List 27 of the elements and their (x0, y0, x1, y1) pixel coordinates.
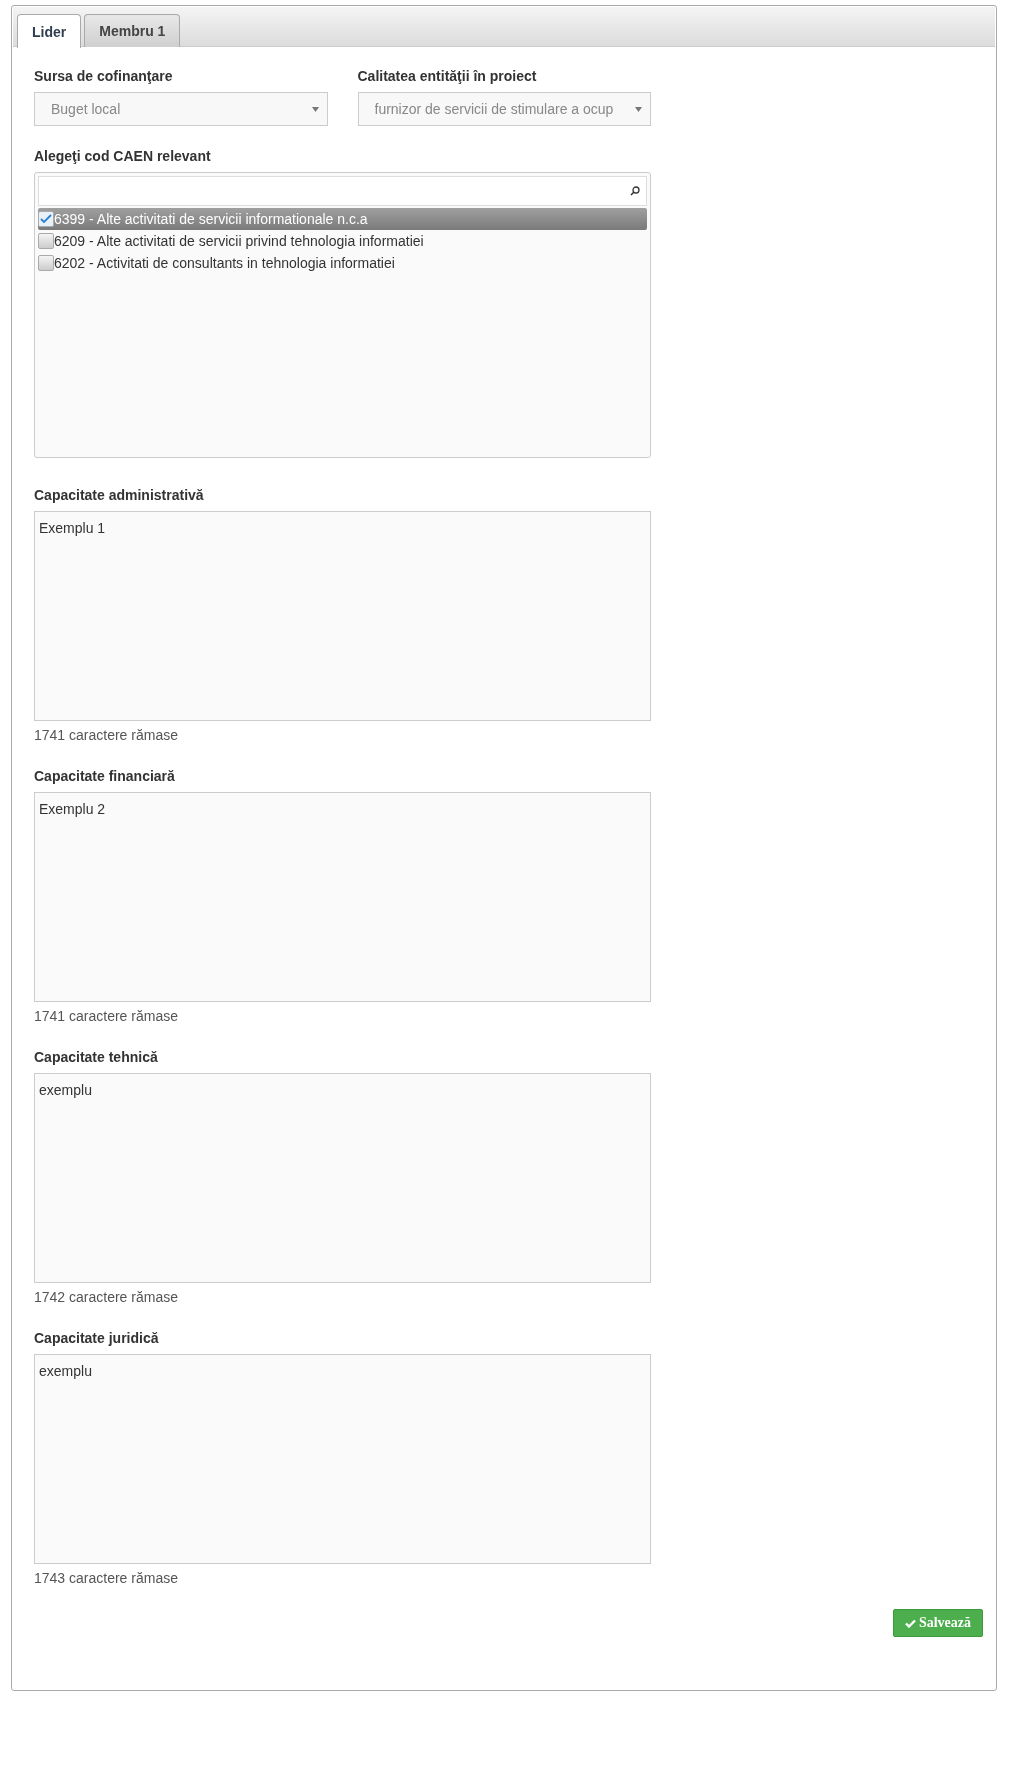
text-area[interactable]: exemplu (34, 1073, 651, 1283)
character-counter: 1741 caractere rămase (34, 1008, 179, 1024)
field-label: Capacitate financiară (34, 767, 176, 786)
checklist-item[interactable]: 6202 - Activitati de consultants in tehnologia informatiei (38, 252, 647, 274)
text-area[interactable]: Exemplu 1 (34, 511, 651, 721)
field-label: Alegeţi cod CAEN relevant (34, 147, 212, 166)
field-label: Sursa de cofinanţare (34, 67, 174, 86)
checkbox[interactable] (38, 233, 54, 249)
character-counter: 1743 caractere rămase (34, 1570, 179, 1586)
tab[interactable]: Lider (17, 14, 82, 48)
field-label: Calitatea entităţii în proiect (357, 67, 538, 86)
checkbox[interactable] (38, 211, 54, 227)
search-icon (630, 186, 640, 196)
caret-icon (311, 106, 319, 112)
search-field[interactable] (38, 176, 647, 206)
text-area[interactable]: exemplu (34, 1354, 651, 1564)
tab[interactable]: Membru 1 (84, 14, 181, 47)
caret-icon (635, 106, 642, 112)
text-area[interactable]: Exemplu 2 (34, 792, 651, 1002)
field-label: Capacitate administrativă (34, 486, 205, 505)
character-counter: 1741 caractere rămase (34, 727, 179, 743)
field-label: Capacitate tehnică (34, 1048, 159, 1067)
checklist-item[interactable]: 6209 - Alte activitati de servicii privind tehnologia informatiei (38, 230, 647, 252)
field-label: Capacitate juridică (34, 1329, 160, 1348)
character-counter: 1742 caractere rămase (34, 1289, 179, 1305)
checkbox[interactable] (38, 255, 54, 271)
check-icon (904, 1618, 916, 1628)
